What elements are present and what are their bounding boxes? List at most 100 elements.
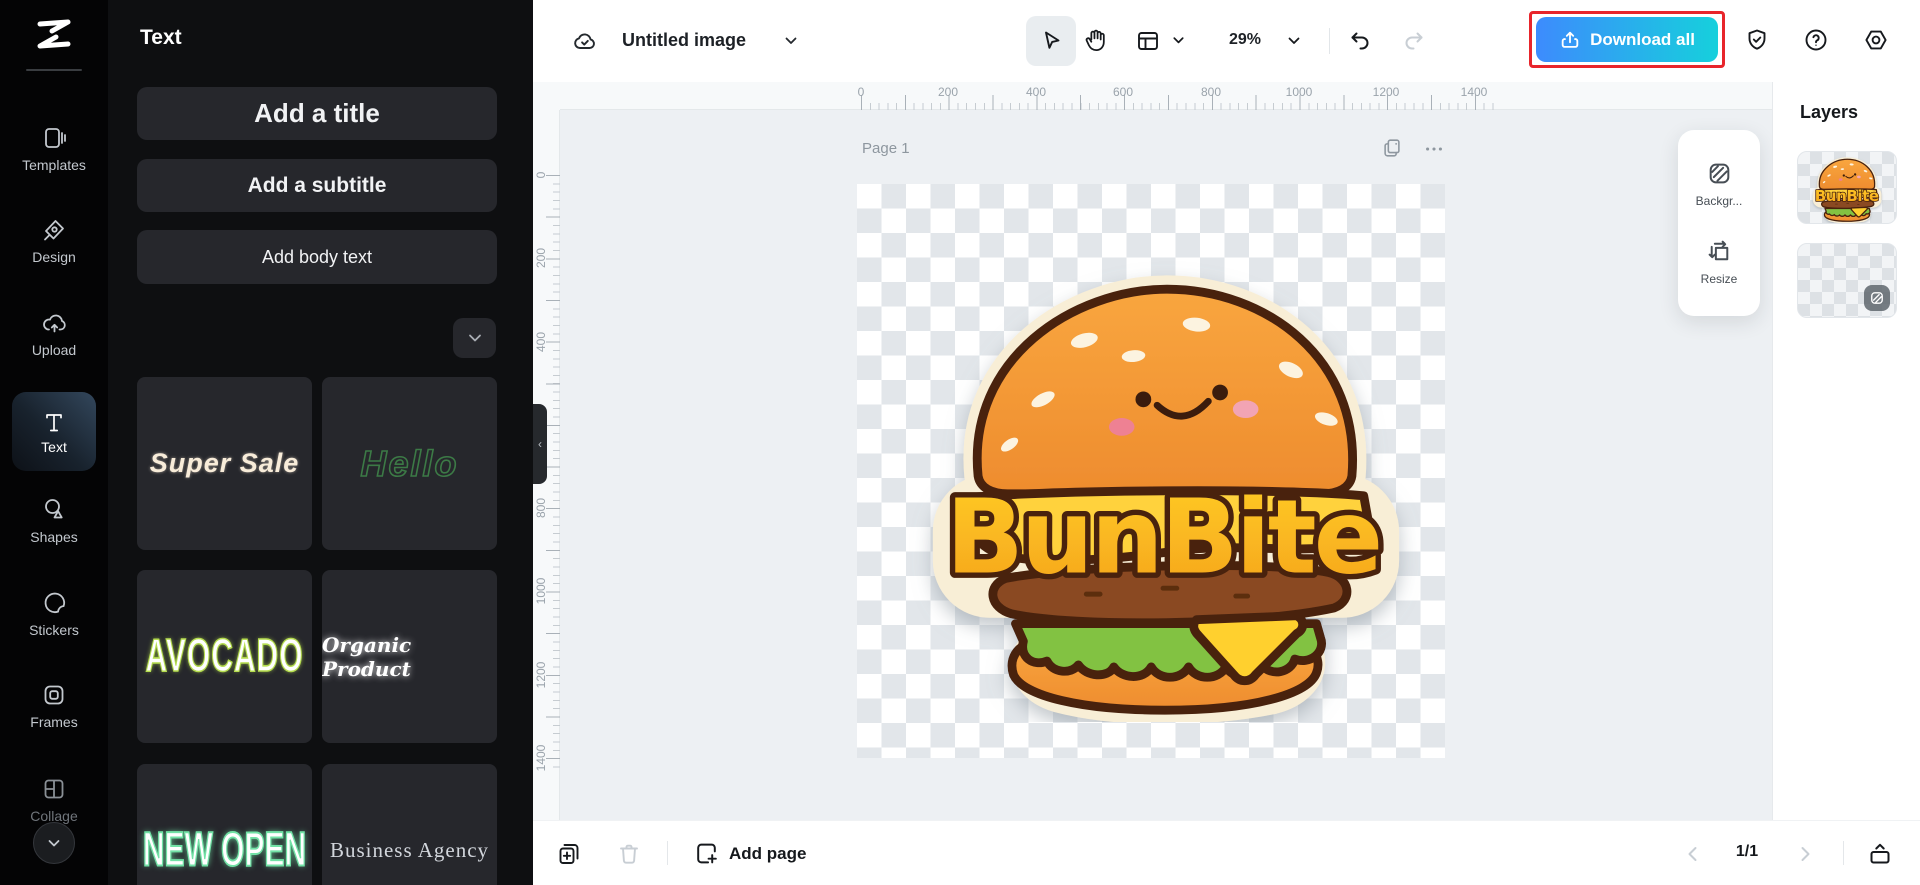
hand-tool-button[interactable]	[1082, 27, 1109, 54]
select-tool-button[interactable]	[1026, 16, 1076, 66]
undo-button[interactable]	[1347, 28, 1373, 54]
layer-thumbnail-logo[interactable]	[1797, 151, 1897, 224]
settings-button[interactable]	[1863, 27, 1889, 53]
document-title[interactable]: Untitled image	[622, 30, 746, 51]
redo-button[interactable]	[1401, 28, 1427, 54]
text-style-card[interactable]: Super Sale	[137, 377, 312, 550]
sidebar-item-label: Text	[41, 439, 67, 455]
cloud-check-icon	[571, 27, 599, 55]
ruler-mark: 200	[926, 85, 970, 99]
resize-icon	[1706, 238, 1733, 265]
capcut-logo[interactable]	[0, 16, 108, 52]
chevron-down-icon	[783, 33, 799, 49]
layer-logo-preview	[1809, 152, 1885, 223]
redo-icon	[1401, 28, 1427, 54]
safety-button[interactable]	[1744, 27, 1770, 53]
shield-check-icon	[1744, 27, 1770, 53]
ruler-mark: 1400	[1452, 85, 1496, 99]
upload-icon	[41, 310, 68, 336]
resize-label: Resize	[1701, 272, 1738, 286]
ruler-mark: 800	[1189, 85, 1233, 99]
capcut-image-editor: Templates Design Upload Text	[0, 0, 1920, 885]
duplicate-page-icon-button[interactable]	[1381, 137, 1403, 159]
ruler-mark: 400	[1014, 85, 1058, 99]
chevron-down-icon	[46, 835, 62, 851]
frames-icon	[41, 682, 67, 708]
sidebar-item-frames[interactable]: Frames	[0, 682, 108, 730]
add-title-button[interactable]: Add a title	[137, 87, 497, 140]
panel-title: Text	[140, 26, 182, 50]
background-tool[interactable]: Backgr...	[1696, 160, 1743, 208]
sidebar-item-collage[interactable]: Collage	[0, 776, 108, 824]
text-style-label: Super Sale	[150, 448, 300, 479]
sidebar-item-text[interactable]: Text	[12, 392, 96, 471]
bottom-bar: Add page 1/1	[533, 820, 1920, 885]
text-panel: Text Add a title Add a subtitle Add body…	[108, 0, 533, 885]
next-page-button[interactable]	[1795, 844, 1815, 864]
sidebar-item-upload[interactable]: Upload	[0, 310, 108, 358]
resize-tool[interactable]: Resize	[1701, 238, 1738, 286]
page-label[interactable]: Page 1	[862, 140, 910, 157]
background-icon	[1706, 160, 1733, 187]
templates-icon	[41, 125, 67, 151]
zoom-dropdown[interactable]	[1286, 33, 1302, 49]
text-style-label: NEW OPEN	[143, 823, 306, 877]
background-layer-badge	[1864, 285, 1890, 311]
sidebar-item-shapes[interactable]: Shapes	[0, 496, 108, 545]
chevron-down-icon	[466, 329, 484, 347]
present-button[interactable]	[1867, 841, 1893, 867]
sidebar-item-design[interactable]: Design	[0, 217, 108, 265]
text-style-card[interactable]: Hello	[322, 377, 497, 550]
text-style-label: Hello	[360, 443, 458, 485]
ruler-mark: 1000	[534, 569, 548, 613]
ruler-mark: 1400	[534, 736, 548, 780]
text-style-label: Business Agency	[330, 838, 489, 863]
expand-section-button[interactable]	[453, 318, 496, 358]
text-style-label: AVOCADO	[145, 630, 303, 683]
download-all-label: Download all	[1590, 30, 1695, 50]
ruler-mark: 200	[534, 236, 548, 280]
ruler-mark: 0	[839, 85, 883, 99]
rail-divider	[26, 69, 82, 71]
burger-logo-sticker[interactable]	[909, 240, 1421, 722]
help-button[interactable]	[1803, 27, 1829, 53]
layout-dropdown[interactable]	[1171, 33, 1186, 48]
sidebar-more-button[interactable]	[33, 822, 75, 864]
cursor-arrow-icon	[1038, 28, 1064, 54]
canvas-viewport[interactable]: 0 200 400 600 800 1000 1200 1400 0 200 4…	[533, 82, 1773, 820]
bottom-divider	[1843, 841, 1844, 865]
prev-page-button[interactable]	[1683, 844, 1703, 864]
text-style-card[interactable]: NEW OPEN	[137, 764, 312, 885]
layer-thumbnail-background[interactable]	[1797, 243, 1897, 318]
page-more-button[interactable]	[1423, 140, 1445, 158]
copy-page-icon	[1381, 137, 1403, 159]
bottom-divider	[667, 841, 668, 865]
add-page-button[interactable]: Add page	[693, 840, 806, 867]
layout-tool-button[interactable]	[1135, 28, 1161, 54]
chevron-down-icon	[1286, 33, 1302, 49]
sidebar-item-label: Templates	[22, 157, 86, 173]
chevron-left-icon	[1683, 844, 1703, 864]
sidebar-item-templates[interactable]: Templates	[0, 125, 108, 173]
add-page-icon	[693, 840, 720, 867]
hand-icon	[1082, 27, 1109, 54]
text-style-card[interactable]: AVOCADO	[137, 570, 312, 743]
ruler-v-ticks	[546, 175, 560, 775]
add-subtitle-button[interactable]: Add a subtitle	[137, 159, 497, 212]
ruler-mark: 1200	[534, 653, 548, 697]
text-style-card[interactable]: Business Agency	[322, 764, 497, 885]
sidebar-item-stickers[interactable]: Stickers	[0, 589, 108, 638]
zoom-control[interactable]: 29%	[1221, 31, 1269, 49]
delete-page-button[interactable]	[616, 841, 642, 867]
document-title-dropdown[interactable]	[783, 33, 799, 49]
panel-collapse-handle[interactable]: ‹	[533, 404, 547, 484]
duplicate-page-button[interactable]	[556, 841, 582, 867]
collage-icon	[41, 776, 67, 802]
text-style-card[interactable]: Organic Product	[322, 570, 497, 743]
sidebar-item-label: Design	[32, 249, 76, 265]
cloud-save-status[interactable]	[571, 27, 599, 55]
top-toolbar: Untitled image	[533, 0, 1920, 82]
download-all-button[interactable]: Download all	[1536, 17, 1718, 62]
toolbar-divider	[1329, 28, 1330, 54]
add-body-text-button[interactable]: Add body text	[137, 230, 497, 284]
